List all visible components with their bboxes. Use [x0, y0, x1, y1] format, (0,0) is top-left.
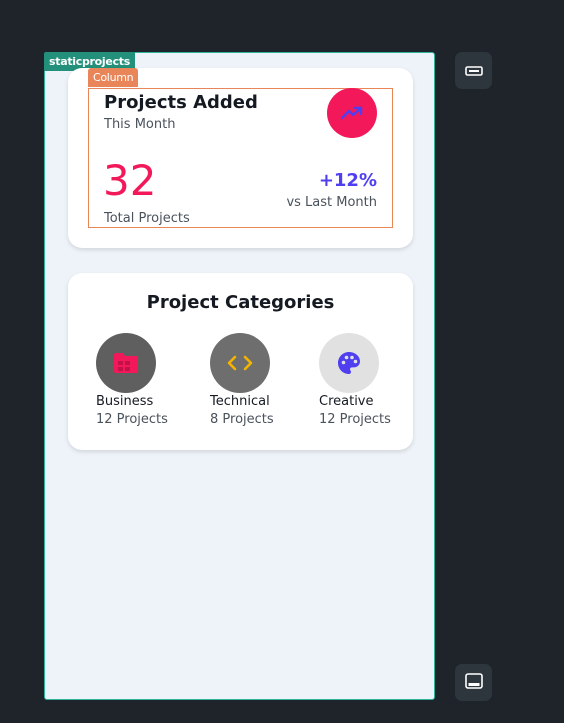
trending-up-icon — [327, 88, 377, 138]
category-count: 12 Projects — [319, 412, 391, 427]
projects-added-title: Projects Added — [104, 92, 258, 113]
code-icon — [210, 333, 270, 393]
category-count: 8 Projects — [210, 412, 274, 427]
category-creative: Creative 12 Projects — [319, 333, 391, 427]
category-name: Creative — [319, 394, 374, 409]
categories-title: Project Categories — [146, 292, 335, 313]
column-label[interactable]: Column — [88, 68, 139, 87]
projects-added-subtitle: This Month — [104, 117, 176, 132]
category-count: 12 Projects — [96, 412, 168, 427]
toggle-icon — [464, 61, 483, 80]
total-projects-label: Total Projects — [104, 211, 190, 226]
category-name: Technical — [210, 394, 270, 409]
folder-icon — [96, 333, 156, 393]
growth-label: vs Last Month — [286, 195, 377, 210]
category-business: Business 12 Projects — [96, 333, 168, 427]
panel-bottom-icon — [464, 672, 483, 693]
growth-percentage: +12% — [318, 170, 377, 191]
category-name: Business — [96, 394, 154, 409]
category-technical: Technical 8 Projects — [210, 333, 274, 427]
panel-bottom-button[interactable] — [455, 664, 492, 701]
palette-icon — [319, 333, 379, 393]
total-projects-count: 32 — [103, 156, 157, 205]
toggle-button[interactable] — [455, 52, 492, 89]
